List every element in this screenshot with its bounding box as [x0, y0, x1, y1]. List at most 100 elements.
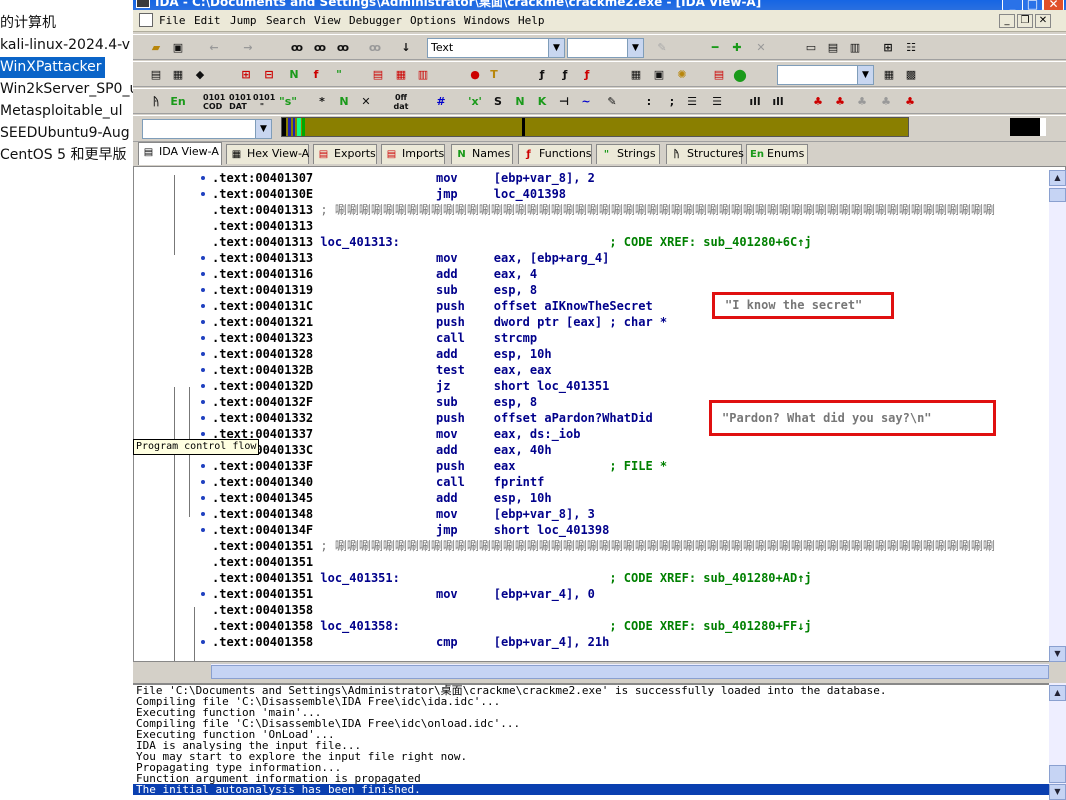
disasm-line[interactable]: .text:00401313 loc_401313: ; CODE XREF: … [212, 234, 995, 250]
disasm-operand[interactable]: eax, eax [494, 363, 552, 377]
tab-structures[interactable]: ᚤ Structures [666, 144, 744, 164]
disasm-line[interactable]: .text:00401340 call fprintf [212, 474, 995, 490]
disasm-line[interactable]: .text:00401328 add esp, 10h [212, 346, 995, 362]
code-icon[interactable]: 0101 COD [203, 93, 225, 111]
back-arrow-icon[interactable]: ← [205, 39, 223, 57]
semicolon-icon[interactable]: ; [663, 93, 681, 111]
disasm-operand[interactable]: short loc_401398 [494, 523, 610, 537]
vm-item-metasploitable[interactable]: Metasploitable_ul [0, 101, 123, 122]
vm-item-centos[interactable]: CentOS 5 和更早版 [0, 145, 126, 166]
negate-icon[interactable]: ⊣ [555, 93, 573, 111]
vertical-scrollbar[interactable]: ▲ ▼ [1049, 170, 1066, 662]
type-t-icon[interactable]: T [485, 66, 503, 84]
disasm-line[interactable]: .text:0040133C add eax, 40h [212, 442, 995, 458]
person-icon[interactable]: ᚤ [147, 93, 165, 111]
vm-item-winxpattacker[interactable]: WinXPattacker [0, 57, 105, 78]
disasm-line[interactable]: .text:00401323 call strcmp [212, 330, 995, 346]
disasm-operand[interactable]: [ebp+var_4], 21h [494, 635, 610, 649]
output-window[interactable]: File 'C:\Documents and Settings\Administ… [133, 683, 1066, 800]
enum-n-icon[interactable]: N [511, 93, 529, 111]
selectors-icon[interactable]: ▥ [414, 66, 432, 84]
edit-pen-icon[interactable]: ✎ [603, 93, 621, 111]
window-cascade-icon[interactable]: ▭ [802, 39, 820, 57]
disasm-label[interactable] [320, 427, 436, 441]
disasm-label[interactable] [320, 347, 436, 361]
scroll-up-button[interactable]: ▲ [1049, 170, 1066, 186]
title-bar[interactable]: IDA - C:\Documents and Settings\Administ… [133, 0, 1066, 10]
notepad-icon[interactable]: ▤ [710, 66, 728, 84]
search-binary-icon[interactable]: ꝏ [366, 39, 384, 57]
disasm-label[interactable] [320, 507, 436, 521]
disasm-label[interactable] [320, 475, 436, 489]
jump-down-icon[interactable]: ↓ [397, 39, 415, 57]
snapshot-icon[interactable]: ▣ [650, 66, 668, 84]
disasm-operand[interactable]: fprintf [494, 475, 545, 489]
disasm-line[interactable]: .text:0040133F push eax ; FILE * [212, 458, 995, 474]
vm-item-seedubuntu[interactable]: SEEDUbuntu9-Aug [0, 123, 130, 144]
disasm-operand[interactable]: esp, 10h [494, 347, 552, 361]
disasm-operand[interactable]: dword ptr [eax] ; char * [494, 315, 667, 329]
disasm-line[interactable]: .text:00401307 mov [ebp+var_8], 2 [212, 170, 995, 186]
disasm-operand[interactable]: strcmp [494, 331, 537, 345]
disasm-label[interactable] [320, 379, 436, 393]
disasm-operand[interactable]: esp, 8 [494, 395, 537, 409]
tab-strings[interactable]: " Strings [596, 144, 660, 164]
output-scroll-down-button[interactable]: ▼ [1049, 784, 1066, 800]
menu-options[interactable]: Options [410, 14, 456, 27]
disasm-label[interactable] [320, 587, 436, 601]
tree-icon[interactable]: ♣ [809, 93, 827, 111]
segment-s-icon[interactable]: S [489, 93, 507, 111]
tab-ida-view-a[interactable]: ▤ IDA View-A [138, 142, 222, 165]
disasm-label[interactable] [320, 363, 436, 377]
chevron-down-icon[interactable]: ▼ [857, 66, 873, 84]
disasm-line[interactable]: .text:00401358 loc_401358: ; CODE XREF: … [212, 618, 995, 634]
new-file-icon[interactable]: ▤ [147, 66, 165, 84]
disasm-line[interactable]: .text:0040134F jmp short loc_401398 [212, 522, 995, 538]
disasm-operand[interactable]: eax, [ebp+arg_4] [494, 251, 610, 265]
disasm-operand[interactable] [494, 235, 610, 249]
disasm-operand[interactable]: short loc_401351 [494, 379, 610, 393]
open-folder-icon[interactable]: ▰ [147, 39, 165, 57]
disasm-label[interactable] [320, 491, 436, 505]
chevron-down-icon[interactable]: ▼ [255, 120, 271, 138]
list-icon[interactable]: ☷ [902, 39, 920, 57]
anterior-icon[interactable]: ☰ [708, 93, 726, 111]
tree4-icon[interactable]: ♣ [877, 93, 895, 111]
disasm-label[interactable] [320, 523, 436, 537]
disasm-line[interactable]: .text:0040132B test eax, eax [212, 362, 995, 378]
scroll-thumb[interactable] [1049, 188, 1066, 202]
address-combo[interactable]: ▼ [142, 119, 272, 139]
func-edit-icon[interactable]: ƒ [556, 66, 574, 84]
disasm-operand[interactable]: offset aPardon?WhatDid [494, 411, 653, 425]
pen-icon[interactable]: ✎ [653, 39, 671, 57]
document-icon[interactable] [139, 13, 153, 27]
disasm-operand[interactable]: loc_401398 [494, 187, 566, 201]
disasm-label[interactable] [320, 219, 436, 233]
disasm-label[interactable] [320, 331, 436, 345]
calculator-icon[interactable]: ▦ [627, 66, 645, 84]
run-green-icon[interactable]: ● [731, 66, 749, 84]
disasm-label[interactable] [320, 443, 436, 457]
func-end-icon[interactable]: ƒ [578, 66, 596, 84]
disasm-label[interactable] [320, 267, 436, 281]
navigation-band[interactable] [281, 117, 1046, 137]
forward-arrow-icon[interactable]: → [239, 39, 257, 57]
output-scrollbar[interactable]: ▲ ▼ [1049, 683, 1066, 800]
menu-help[interactable]: Help [518, 14, 545, 27]
segment-combo[interactable]: ▼ [777, 65, 874, 85]
constant-k-icon[interactable]: K [533, 93, 551, 111]
tree3-icon[interactable]: ♣ [853, 93, 871, 111]
enum-en-icon[interactable]: En [169, 93, 187, 111]
disasm-label[interactable] [320, 187, 436, 201]
offset-icon[interactable]: 0ff dat [392, 93, 410, 111]
output-scroll-thumb[interactable] [1049, 765, 1066, 783]
disasm-line[interactable]: .text:00401351 ; 唰唰唰唰唰唰唰唰唰唰唰唰唰唰唰唰唰唰唰唰唰唰唰… [212, 538, 995, 554]
disasm-operand[interactable]: eax [494, 459, 610, 473]
disasm-line[interactable]: .text:00401345 add esp, 10h [212, 490, 995, 506]
minus-icon[interactable]: ━ [706, 39, 724, 57]
menu-jump[interactable]: Jump [230, 14, 257, 27]
disasm-operand[interactable] [494, 619, 610, 633]
enums-x-icon[interactable]: ▩ [902, 66, 920, 84]
segments-icon[interactable]: ▤ [369, 66, 387, 84]
tab-imports[interactable]: ▤ Imports [381, 144, 445, 164]
